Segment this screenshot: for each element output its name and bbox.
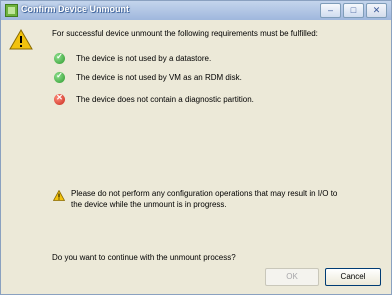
- ok-button[interactable]: OK: [265, 268, 319, 286]
- intro-text: For successful device unmount the follow…: [52, 29, 318, 38]
- window-title: Confirm Device Unmount: [21, 4, 130, 14]
- confirm-unmount-dialog: Confirm Device Unmount – □ ✕ For success…: [0, 0, 392, 295]
- warning-icon: [9, 29, 33, 50]
- title-bar[interactable]: Confirm Device Unmount – □ ✕: [1, 1, 391, 20]
- warning-text-line1: Please do not perform any configuration …: [71, 189, 338, 198]
- check-circle-icon: ✓: [54, 52, 65, 64]
- maximize-icon: □: [350, 5, 357, 15]
- minimize-icon: –: [327, 5, 333, 15]
- warning-text-line2: the device while the unmount is in progr…: [71, 200, 227, 209]
- vsphere-app-icon: [5, 4, 18, 17]
- error-circle-icon: ✕: [54, 93, 65, 105]
- check-circle-icon: ✓: [54, 71, 65, 83]
- confirmation-question: Do you want to continue with the unmount…: [52, 253, 236, 262]
- small-warning-icon: [53, 190, 65, 201]
- close-icon: ✕: [372, 5, 381, 15]
- requirement-text: The device is not used by VM as an RDM d…: [76, 73, 242, 82]
- requirement-text: The device does not contain a diagnostic…: [76, 95, 254, 104]
- dialog-content: For successful device unmount the follow…: [1, 20, 391, 294]
- maximize-button[interactable]: □: [343, 3, 364, 18]
- cancel-button[interactable]: Cancel: [325, 268, 381, 286]
- minimize-button[interactable]: –: [320, 3, 341, 18]
- requirement-text: The device is not used by a datastore.: [76, 54, 212, 63]
- close-button[interactable]: ✕: [366, 3, 387, 18]
